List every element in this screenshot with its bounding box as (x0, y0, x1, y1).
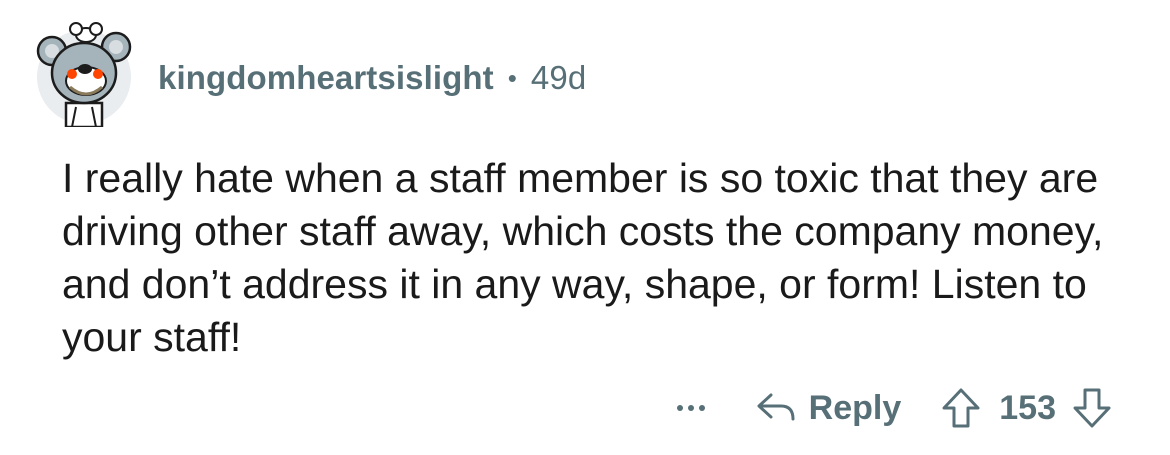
comment-actions: Reply 153 (676, 382, 1112, 434)
reply-arrow-icon (757, 393, 795, 421)
downvote-arrow-icon (1073, 388, 1111, 428)
upvote-arrow-icon (942, 388, 980, 428)
separator-dot: • (507, 62, 517, 93)
comment-body: I really hate when a staff member is so … (62, 155, 1104, 360)
vote-controls: 153 (941, 387, 1112, 429)
vote-score: 153 (999, 388, 1056, 427)
downvote-button[interactable] (1072, 387, 1112, 429)
koala-avatar-icon (36, 22, 132, 127)
more-options-icon[interactable] (676, 405, 705, 411)
upvote-button[interactable] (941, 387, 981, 429)
username-link[interactable]: kingdomheartsislight (158, 59, 494, 97)
reply-label: Reply (808, 388, 902, 427)
comment-age: 49d (530, 59, 587, 96)
avatar[interactable] (36, 17, 132, 127)
comment-header: kingdomheartsislight • 49d (36, 12, 586, 132)
comment: kingdomheartsislight • 49d I really hate… (0, 0, 1170, 455)
reply-button[interactable]: Reply (755, 388, 902, 428)
comment-meta: kingdomheartsislight • 49d (158, 59, 586, 97)
